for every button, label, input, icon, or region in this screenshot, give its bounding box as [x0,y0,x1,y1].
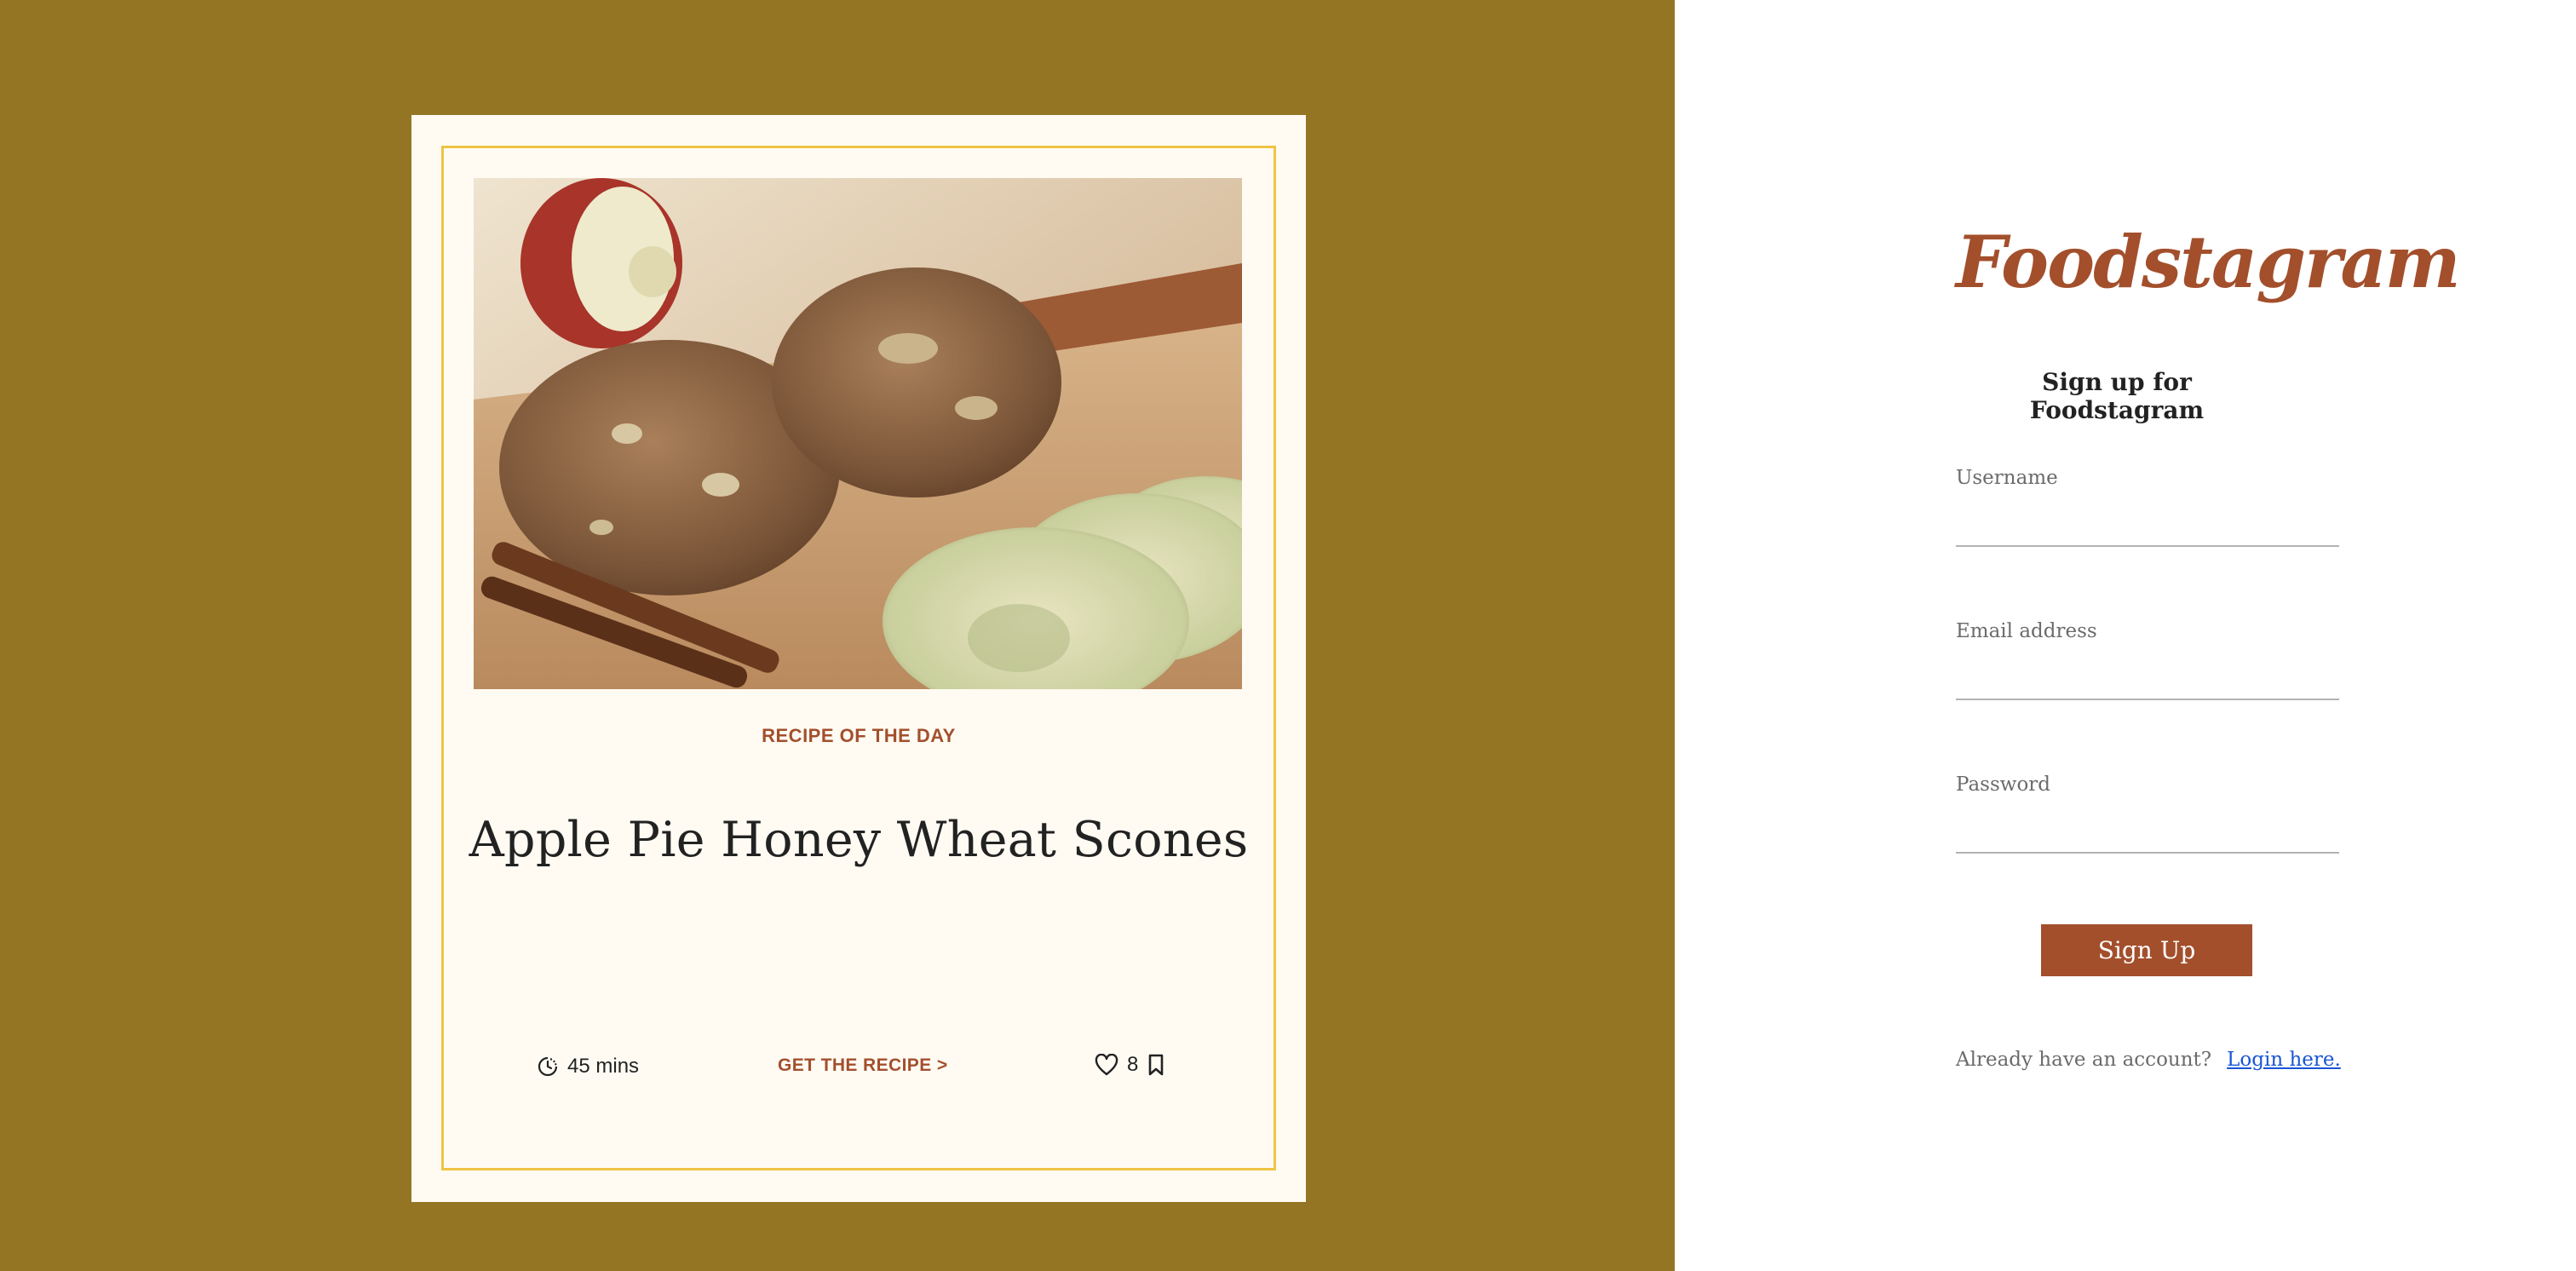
cook-time-text: 45 mins [567,1055,640,1078]
bookmark-icon[interactable] [1147,1053,1165,1077]
cook-time: 45 mins [537,1055,639,1078]
login-prompt-text: Already have an account? [1956,1049,2212,1071]
password-input[interactable] [1956,806,2339,854]
email-field: Email address [1956,620,2339,700]
login-prompt-row: Already have an account? Login here. [1956,1049,2341,1071]
signup-panel: Foodstagram Sign up for Foodstagram User… [1675,0,2576,1271]
password-label: Password [1956,774,2051,796]
heart-icon[interactable] [1095,1054,1118,1076]
recipe-title: Apple Pie Honey Wheat Scones [469,812,1249,868]
email-input[interactable] [1956,653,2339,700]
recipe-card: RECIPE OF THE DAY Apple Pie Honey Wheat … [411,115,1306,1202]
foodstagram-logo: Foodstagram [1956,220,2461,304]
username-input[interactable] [1956,499,2339,547]
get-the-recipe-link[interactable]: GET THE RECIPE > [778,1055,948,1076]
recipe-of-the-day-label: RECIPE OF THE DAY [762,725,956,746]
likes-count: 8 [1127,1053,1139,1076]
recipe-of-the-day-panel: RECIPE OF THE DAY Apple Pie Honey Wheat … [0,0,1675,1271]
clock-icon [537,1055,559,1078]
recipe-actions: 8 [1095,1053,1165,1077]
recipe-image [474,178,1242,689]
sign-up-button[interactable]: Sign Up [2041,924,2252,976]
username-label: Username [1956,467,2058,489]
signup-heading: Sign up for Foodstagram [2029,368,2205,424]
login-link[interactable]: Login here. [2227,1049,2341,1071]
password-field: Password [1956,774,2339,854]
username-field: Username [1956,467,2339,547]
email-label: Email address [1956,620,2097,642]
